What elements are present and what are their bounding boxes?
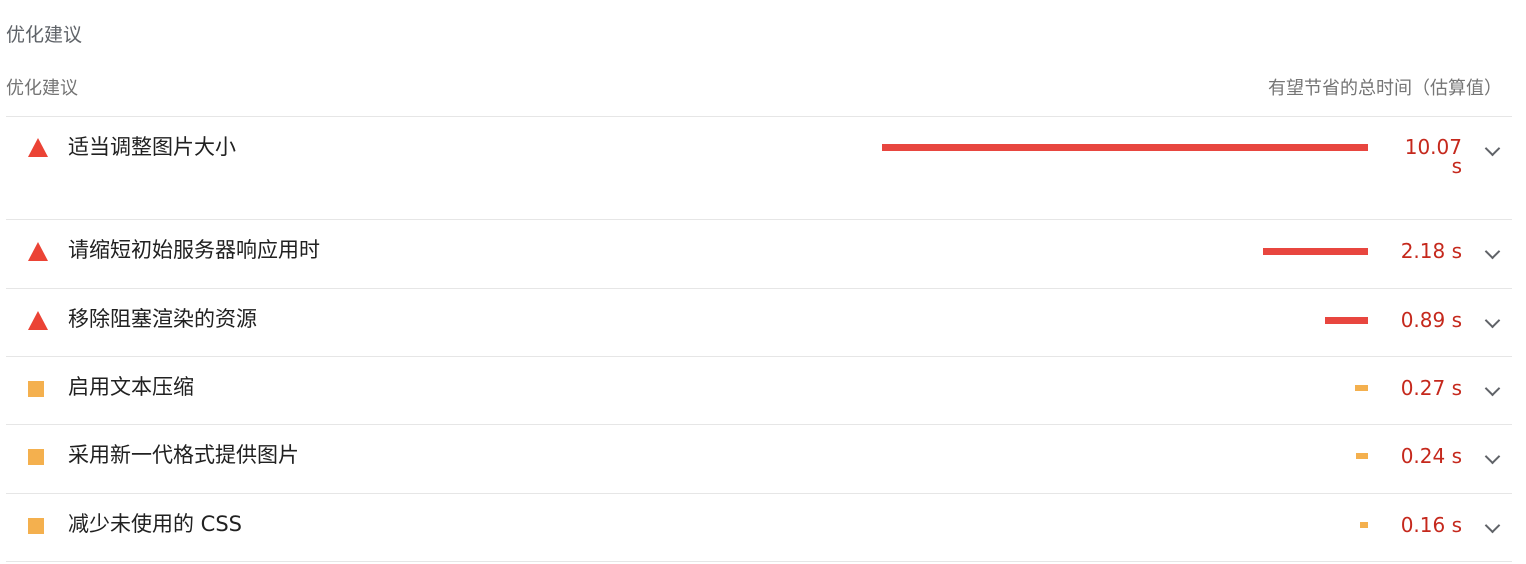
- warning-triangle-icon: [28, 138, 48, 157]
- average-square-icon: [28, 449, 44, 465]
- audit-row-text-compression[interactable]: 启用文本压缩 0.27 s: [6, 357, 1512, 425]
- audit-title: 移除阻塞渲染的资源: [68, 307, 257, 331]
- audit-row-unused-css[interactable]: 减少未使用的 CSS 0.16 s: [6, 494, 1512, 562]
- warning-triangle-icon: [28, 242, 48, 261]
- chevron-down-icon[interactable]: [1484, 448, 1501, 465]
- savings-bar: [1356, 453, 1368, 459]
- chevron-down-icon[interactable]: [1484, 380, 1501, 397]
- chevron-down-icon[interactable]: [1484, 243, 1501, 260]
- section-title: 优化建议: [6, 24, 83, 46]
- audit-title: 请缩短初始服务器响应用时: [68, 238, 320, 262]
- savings-bar: [1325, 317, 1368, 324]
- audit-row-resize-images[interactable]: 适当调整图片大小 10.07 s: [6, 117, 1512, 220]
- savings-bar: [1263, 248, 1368, 255]
- warning-triangle-icon: [28, 311, 48, 330]
- savings-bar: [882, 144, 1368, 151]
- average-square-icon: [28, 518, 44, 534]
- audit-title: 减少未使用的 CSS: [68, 512, 242, 536]
- savings-value: 0.89 s: [1400, 308, 1462, 332]
- average-square-icon: [28, 381, 44, 397]
- savings-value: 0.16 s: [1400, 513, 1462, 537]
- audit-title: 采用新一代格式提供图片: [68, 443, 299, 467]
- savings-value: 0.24 s: [1400, 444, 1462, 468]
- savings-value: 0.27 s: [1400, 376, 1462, 400]
- header-savings-label: 有望节省的总时间（估算值）: [1268, 78, 1502, 99]
- savings-value: 10.07 s: [1392, 128, 1462, 178]
- audit-title: 适当调整图片大小: [68, 135, 236, 159]
- header-label: 优化建议: [6, 78, 78, 99]
- audit-row-next-gen-images[interactable]: 采用新一代格式提供图片 0.24 s: [6, 425, 1512, 494]
- savings-value-unit: s: [1451, 154, 1462, 178]
- chevron-down-icon[interactable]: [1484, 312, 1501, 329]
- savings-bar: [1360, 522, 1368, 528]
- chevron-down-icon[interactable]: [1484, 517, 1501, 534]
- audit-row-render-blocking[interactable]: 移除阻塞渲染的资源 0.89 s: [6, 289, 1512, 357]
- audit-title: 启用文本压缩: [68, 375, 194, 399]
- opportunities-header: 优化建议 有望节省的总时间（估算值）: [6, 76, 1512, 117]
- savings-bar: [1355, 385, 1368, 391]
- audit-row-server-response[interactable]: 请缩短初始服务器响应用时 2.18 s: [6, 220, 1512, 289]
- chevron-down-icon[interactable]: [1484, 140, 1501, 157]
- savings-value: 2.18 s: [1400, 239, 1462, 263]
